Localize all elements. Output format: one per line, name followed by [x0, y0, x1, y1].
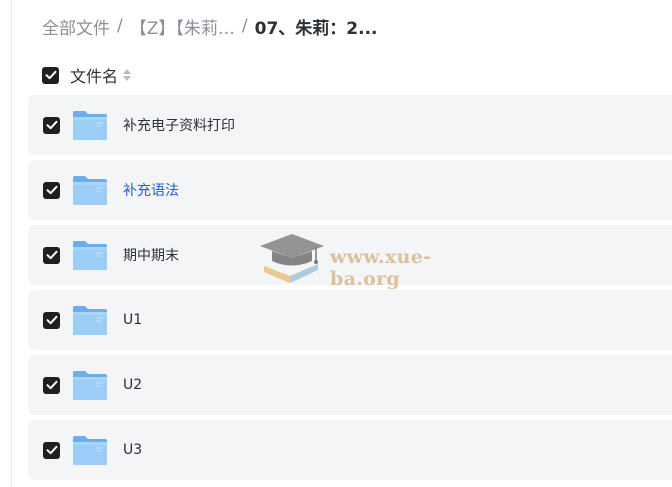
row-checkbox[interactable]	[43, 441, 60, 459]
row-checkbox[interactable]	[43, 376, 60, 394]
file-list-header: 文件名	[42, 63, 132, 87]
check-icon	[46, 120, 57, 130]
file-name[interactable]: U1	[123, 312, 142, 328]
column-header-filename[interactable]: 文件名	[70, 63, 118, 87]
folder-icon[interactable]	[72, 434, 108, 466]
folder-icon[interactable]	[72, 239, 108, 271]
row-checkbox[interactable]	[43, 181, 60, 199]
sidebar-divider	[11, 0, 12, 487]
check-icon	[46, 185, 57, 195]
breadcrumb-current: 07、朱莉：2...	[254, 18, 378, 39]
folder-icon[interactable]	[72, 109, 108, 141]
folder-icon	[73, 111, 107, 140]
folder-icon	[73, 371, 107, 400]
folder-icon	[73, 241, 107, 270]
folder-icon	[73, 176, 107, 205]
file-row[interactable]: 补充电子资料打印	[28, 95, 672, 155]
file-name[interactable]: 期中期末	[123, 245, 179, 265]
file-row[interactable]: U3	[28, 420, 672, 480]
check-icon	[46, 445, 57, 455]
row-checkbox[interactable]	[43, 116, 60, 134]
row-checkbox[interactable]	[43, 246, 60, 264]
breadcrumb: 全部文件 / 【Z】【朱莉… / 07、朱莉：2...	[42, 14, 378, 39]
file-row[interactable]: 补充语法	[28, 160, 672, 220]
row-checkbox[interactable]	[43, 311, 60, 329]
folder-icon[interactable]	[72, 369, 108, 401]
check-icon	[46, 315, 57, 325]
file-list: 补充电子资料打印 补充语法期中期末 U1 U2 U3	[28, 95, 672, 485]
sort-updown-icon[interactable]	[123, 69, 132, 81]
select-all-checkbox[interactable]	[42, 66, 59, 84]
file-row[interactable]: 期中期末	[28, 225, 672, 285]
folder-icon[interactable]	[72, 174, 108, 206]
file-name[interactable]: U3	[123, 442, 142, 458]
file-row[interactable]: U1	[28, 290, 672, 350]
breadcrumb-item-parent[interactable]: 【Z】【朱莉…	[130, 14, 235, 39]
file-name[interactable]: 补充语法	[123, 180, 179, 200]
file-name[interactable]: U2	[123, 377, 142, 393]
breadcrumb-separator: /	[117, 16, 123, 36]
breadcrumb-item-all-files[interactable]: 全部文件	[42, 14, 110, 39]
file-row[interactable]: U2	[28, 355, 672, 415]
file-name[interactable]: 补充电子资料打印	[123, 115, 235, 135]
folder-icon[interactable]	[72, 304, 108, 336]
check-icon	[45, 70, 56, 80]
folder-icon	[73, 306, 107, 335]
check-icon	[46, 250, 57, 260]
folder-icon	[73, 436, 107, 465]
breadcrumb-separator: /	[241, 16, 248, 36]
check-icon	[46, 380, 57, 390]
file-browser-page: 全部文件 / 【Z】【朱莉… / 07、朱莉：2... 文件名 补充电子资料打印…	[0, 0, 672, 487]
